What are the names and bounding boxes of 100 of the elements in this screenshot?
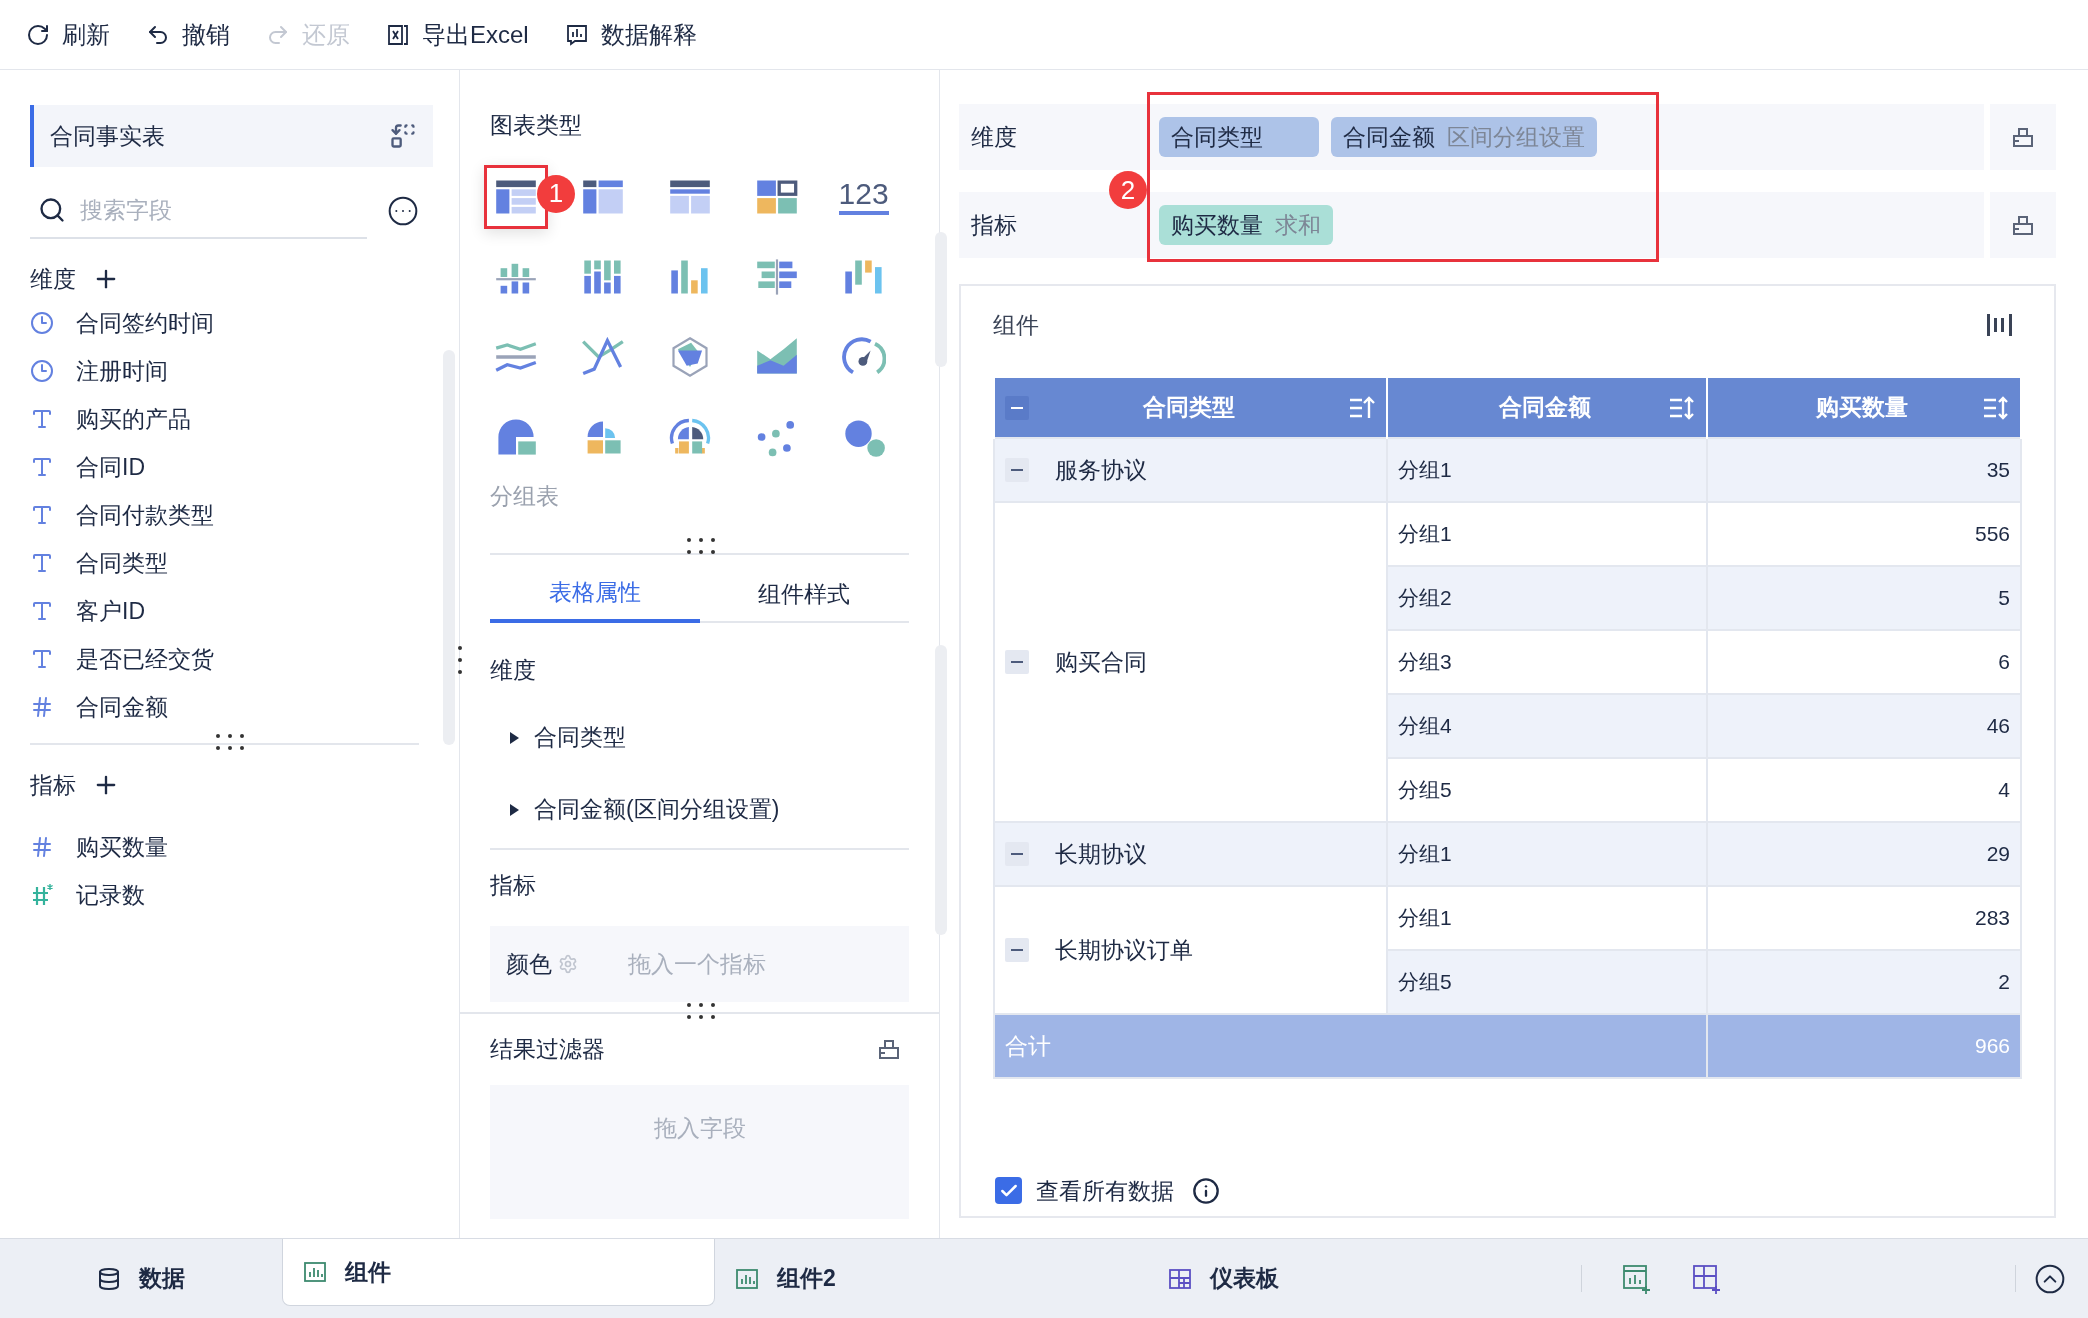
table-cell: 46 <box>1707 694 2021 758</box>
toolbar-button[interactable]: 刷新 <box>26 16 110 53</box>
table-cell: 分组5 <box>1387 950 1707 1014</box>
resize-handle-icon[interactable] <box>215 733 245 751</box>
table-cell: 2 <box>1707 950 2021 1014</box>
chart-type-button[interactable] <box>484 164 549 229</box>
field-item[interactable]: 购买的产品 <box>30 395 433 443</box>
excel-icon <box>386 22 410 47</box>
scrollbar[interactable] <box>935 645 947 935</box>
field-item[interactable]: 合同签约时间 <box>30 299 433 347</box>
hash-star-icon <box>30 883 54 907</box>
widget-title: 组件 <box>993 310 1039 340</box>
toolbar-button[interactable]: 撤销 <box>146 16 230 53</box>
field-pill[interactable]: 合同金额 区间分组设置 <box>1331 117 1597 157</box>
field-item[interactable]: 合同金额 <box>30 683 433 731</box>
section-title: 维度 <box>490 657 536 683</box>
shelf-action[interactable] <box>1990 104 2056 170</box>
field-name: 合同类型 <box>76 548 168 578</box>
chart-board-icon <box>564 22 589 47</box>
chart-type-name: 分组表 <box>490 482 559 509</box>
field-item[interactable]: 合同类型 <box>30 539 433 587</box>
search-field[interactable]: 搜索字段 <box>80 192 330 228</box>
field-name: 记录数 <box>76 880 145 910</box>
table-cell: 分组1 <box>1387 438 1707 502</box>
field-name: 合同ID <box>76 452 145 482</box>
resize-handle-icon[interactable] <box>457 645 463 675</box>
field-name: 注册时间 <box>76 356 168 386</box>
table-cell: 35 <box>1707 438 2021 502</box>
field-pill[interactable]: 购买数量 求和 <box>1159 205 1333 245</box>
clock-icon <box>30 311 54 335</box>
scrollbar[interactable] <box>935 232 947 367</box>
field-name: 是否已经交货 <box>76 644 214 674</box>
tab[interactable]: 表格属性 <box>490 565 700 623</box>
clock-icon <box>30 359 54 383</box>
resize-handle-icon[interactable] <box>686 1002 716 1020</box>
tab[interactable]: 组件样式 <box>699 565 909 623</box>
bottom-tab[interactable]: 数据 <box>0 1239 282 1318</box>
toolbar-button[interactable]: 导出Excel <box>386 16 529 53</box>
field-name: 购买的产品 <box>76 404 191 434</box>
text-type-icon <box>30 599 54 623</box>
drop-zone[interactable]: 颜色 拖入一个指标 <box>490 926 909 1002</box>
more-icon[interactable] <box>387 195 419 227</box>
bar-chart-icon <box>303 1260 327 1284</box>
search-icon <box>38 196 66 224</box>
table-cell: 分组5 <box>1387 758 1707 822</box>
caret-right-icon[interactable] <box>508 802 520 817</box>
switch-icon[interactable] <box>389 122 417 150</box>
toolbar-button[interactable]: 数据解释 <box>564 16 697 53</box>
field-name: 购买数量 <box>76 832 168 862</box>
checkbox[interactable] <box>995 1177 1022 1205</box>
bars-icon[interactable] <box>1986 312 2014 338</box>
shelf-action[interactable] <box>1990 192 2056 258</box>
field-pill[interactable]: 合同类型 <box>1159 117 1319 157</box>
collapse-icon[interactable] <box>1005 842 1029 866</box>
bottom-tab[interactable]: 组件 <box>282 1239 715 1306</box>
expand-up-icon[interactable] <box>2034 1262 2066 1295</box>
add-chart-icon[interactable] <box>1622 1263 1652 1294</box>
field-item[interactable]: 记录数 <box>30 871 433 919</box>
dimension-item[interactable]: 合同类型 <box>508 701 891 774</box>
field-item[interactable]: 合同ID <box>30 443 433 491</box>
resize-handle-icon[interactable] <box>686 537 716 555</box>
table-cell: 分组2 <box>1387 566 1707 630</box>
dimension-item[interactable]: 合同金额(区间分组设置) <box>508 773 891 846</box>
bar-chart-icon <box>735 1266 759 1291</box>
chart-type-button[interactable]: 123 <box>831 164 896 229</box>
field-item[interactable]: 是否已经交货 <box>30 635 433 683</box>
step-badge: 1 <box>537 174 575 213</box>
field-item[interactable]: 客户ID <box>30 587 433 635</box>
caret-right-icon[interactable] <box>508 730 520 745</box>
collapse-icon[interactable] <box>1005 938 1029 962</box>
refresh-icon <box>26 22 50 47</box>
table-cell: 合计 <box>994 1014 1707 1078</box>
field-name: 客户ID <box>76 596 145 626</box>
bottom-tab[interactable]: 仪表板 <box>1148 1239 1581 1318</box>
color-label: 颜色 <box>506 949 552 979</box>
column-title: 合同类型 <box>1142 393 1235 423</box>
field-name: 合同签约时间 <box>76 308 214 338</box>
table-cell: 分组1 <box>1387 822 1707 886</box>
drop-hint: 拖入字段 <box>653 1113 746 1143</box>
column-title: 合同金额 <box>1499 393 1591 423</box>
text-type-icon <box>30 647 54 671</box>
collapse-icon[interactable] <box>1005 650 1029 674</box>
field-item[interactable]: 注册时间 <box>30 347 433 395</box>
section-title: 维度 <box>30 264 76 294</box>
info-icon[interactable] <box>1192 1176 1220 1205</box>
field-item[interactable]: 合同付款类型 <box>30 491 433 539</box>
pill-name: 合同类型 <box>1171 122 1263 152</box>
bottom-tab[interactable]: 组件2 <box>715 1239 1148 1318</box>
field-item[interactable]: 购买数量 <box>30 823 433 871</box>
add-dashboard-icon[interactable] <box>1692 1263 1722 1294</box>
table-cell: 4 <box>1707 758 2021 822</box>
collapse-icon[interactable] <box>1005 458 1029 482</box>
kpi-number: 123 <box>838 178 889 215</box>
hash-icon <box>30 695 54 719</box>
collapse-icon[interactable] <box>1005 395 1029 420</box>
dataset-header[interactable]: 合同事实表 <box>30 105 433 167</box>
table-cell: 283 <box>1707 886 2021 950</box>
table-cell: 29 <box>1707 822 2021 886</box>
dimension-name: 合同类型 <box>534 723 626 753</box>
section-title: 指标 <box>490 871 536 898</box>
